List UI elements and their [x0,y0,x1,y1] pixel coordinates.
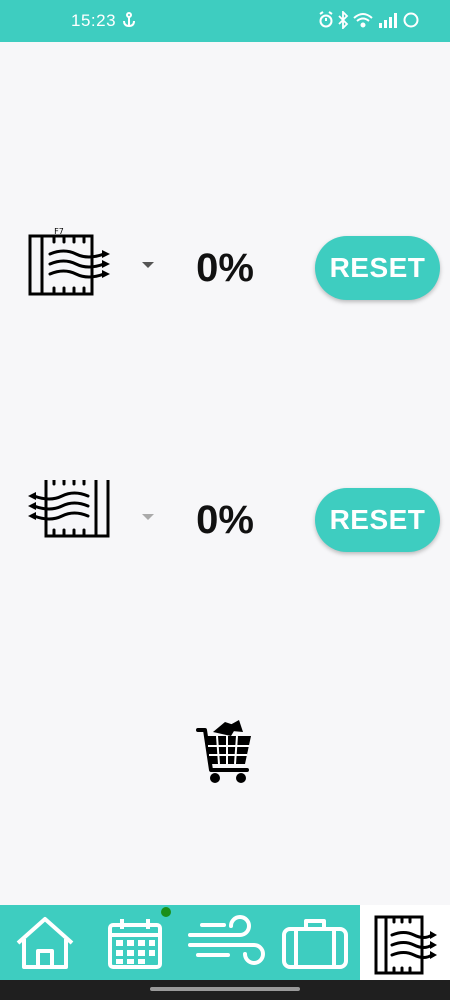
status-bar: 15:23 [0,0,450,42]
signal-icon [379,13,397,28]
nav-airflow[interactable] [180,905,270,980]
filter-row-m5: M5 [0,480,450,560]
status-time: 15:23 [71,11,117,30]
dropdown-arrow-icon[interactable] [140,512,156,522]
notification-dot [161,907,171,917]
wifi-icon [353,13,373,28]
filter-icon [374,915,437,975]
nav-home[interactable] [0,905,90,980]
suitcase-icon [282,919,348,969]
filter-row-f7: F7 0% RESET [0,228,450,308]
airflow-icon [188,915,265,965]
reset-button-m5[interactable]: RESET [315,488,440,552]
battery-icon [403,12,419,28]
supply-filter-icon[interactable]: F7 [24,228,112,298]
reset-button-f7[interactable]: RESET [315,236,440,300]
bluetooth-icon [338,11,349,29]
bottom-nav [0,905,450,980]
status-icons [318,11,422,29]
shopping-cart-icon[interactable] [195,716,255,786]
alarm-icon [319,11,333,28]
dropdown-arrow-icon[interactable] [140,260,156,270]
gesture-handle[interactable] [150,987,300,991]
system-gesture-bar [0,980,450,1000]
filter-usage-percent: 0% [196,498,254,542]
anchor-icon [122,12,136,33]
nav-filter[interactable] [360,905,450,980]
filter-usage-percent: 0% [196,246,254,290]
exhaust-filter-icon[interactable]: M5 [24,480,112,550]
home-icon [16,917,74,969]
nav-suitcase[interactable] [270,905,360,980]
